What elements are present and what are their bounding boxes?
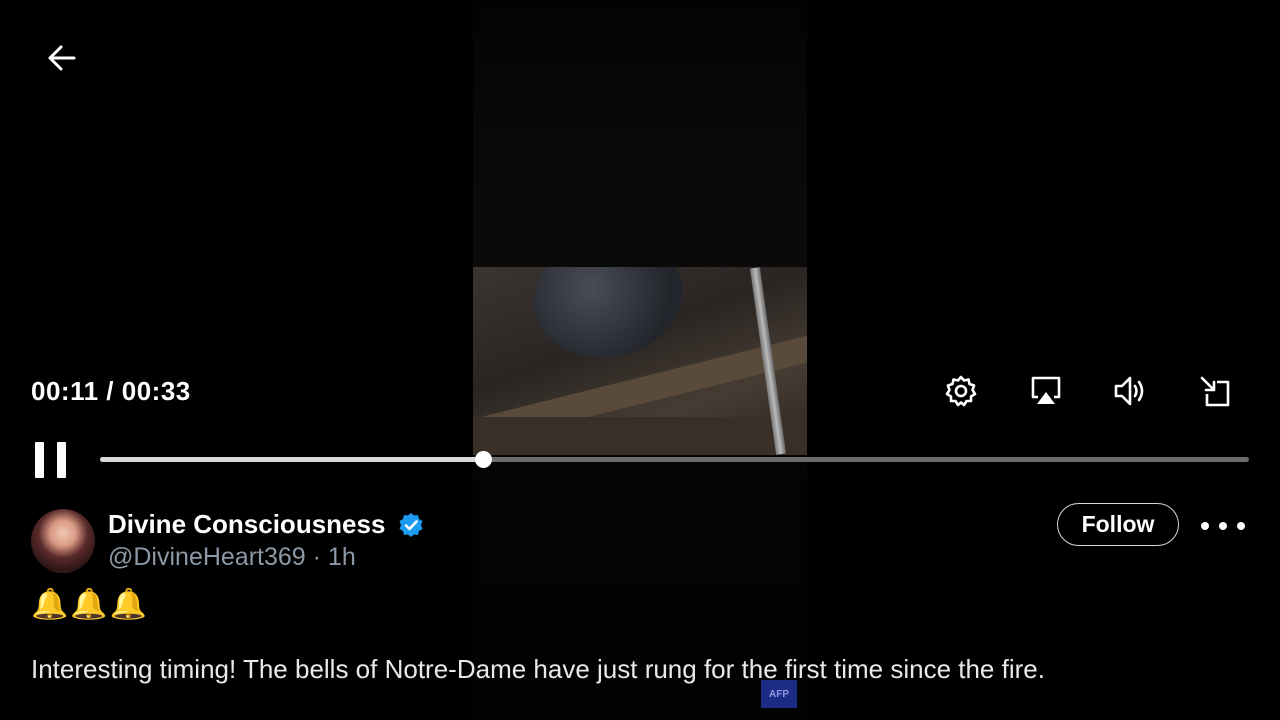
- more-dot-icon: [1201, 522, 1209, 530]
- handle-and-time[interactable]: @DivineHeart369 · 1h: [108, 543, 356, 572]
- progress-fill: [100, 457, 483, 462]
- more-options-button[interactable]: [1201, 510, 1245, 542]
- post-text: Interesting timing! The bells of Notre-D…: [31, 654, 1045, 684]
- volume-icon: [1114, 376, 1144, 406]
- airplay-icon: [1031, 376, 1061, 404]
- airplay-button[interactable]: [1028, 373, 1064, 409]
- follow-button[interactable]: Follow: [1057, 503, 1179, 546]
- progress-bar[interactable]: [100, 451, 1249, 468]
- video-content[interactable]: [473, 267, 807, 455]
- scrubber-handle[interactable]: [474, 451, 492, 468]
- more-dot-icon: [1237, 522, 1245, 530]
- post-emoji-line: 🔔🔔🔔: [31, 588, 150, 621]
- display-name[interactable]: Divine Consciousness: [108, 509, 385, 540]
- verified-badge-icon: [398, 512, 424, 538]
- back-button[interactable]: [44, 40, 80, 76]
- settings-button[interactable]: [943, 373, 979, 409]
- volume-button[interactable]: [1112, 373, 1148, 409]
- wooden-beam: [473, 417, 807, 455]
- arrow-left-icon: [48, 45, 76, 71]
- more-dot-icon: [1219, 522, 1227, 530]
- exit-fullscreen-button[interactable]: [1197, 373, 1233, 409]
- bell-image: [522, 267, 694, 372]
- gear-icon: [945, 375, 977, 407]
- time-display: 00:11 / 00:33: [31, 376, 191, 406]
- exit-fullscreen-icon: [1200, 376, 1230, 407]
- avatar[interactable]: [31, 509, 95, 573]
- pause-button[interactable]: [30, 440, 70, 480]
